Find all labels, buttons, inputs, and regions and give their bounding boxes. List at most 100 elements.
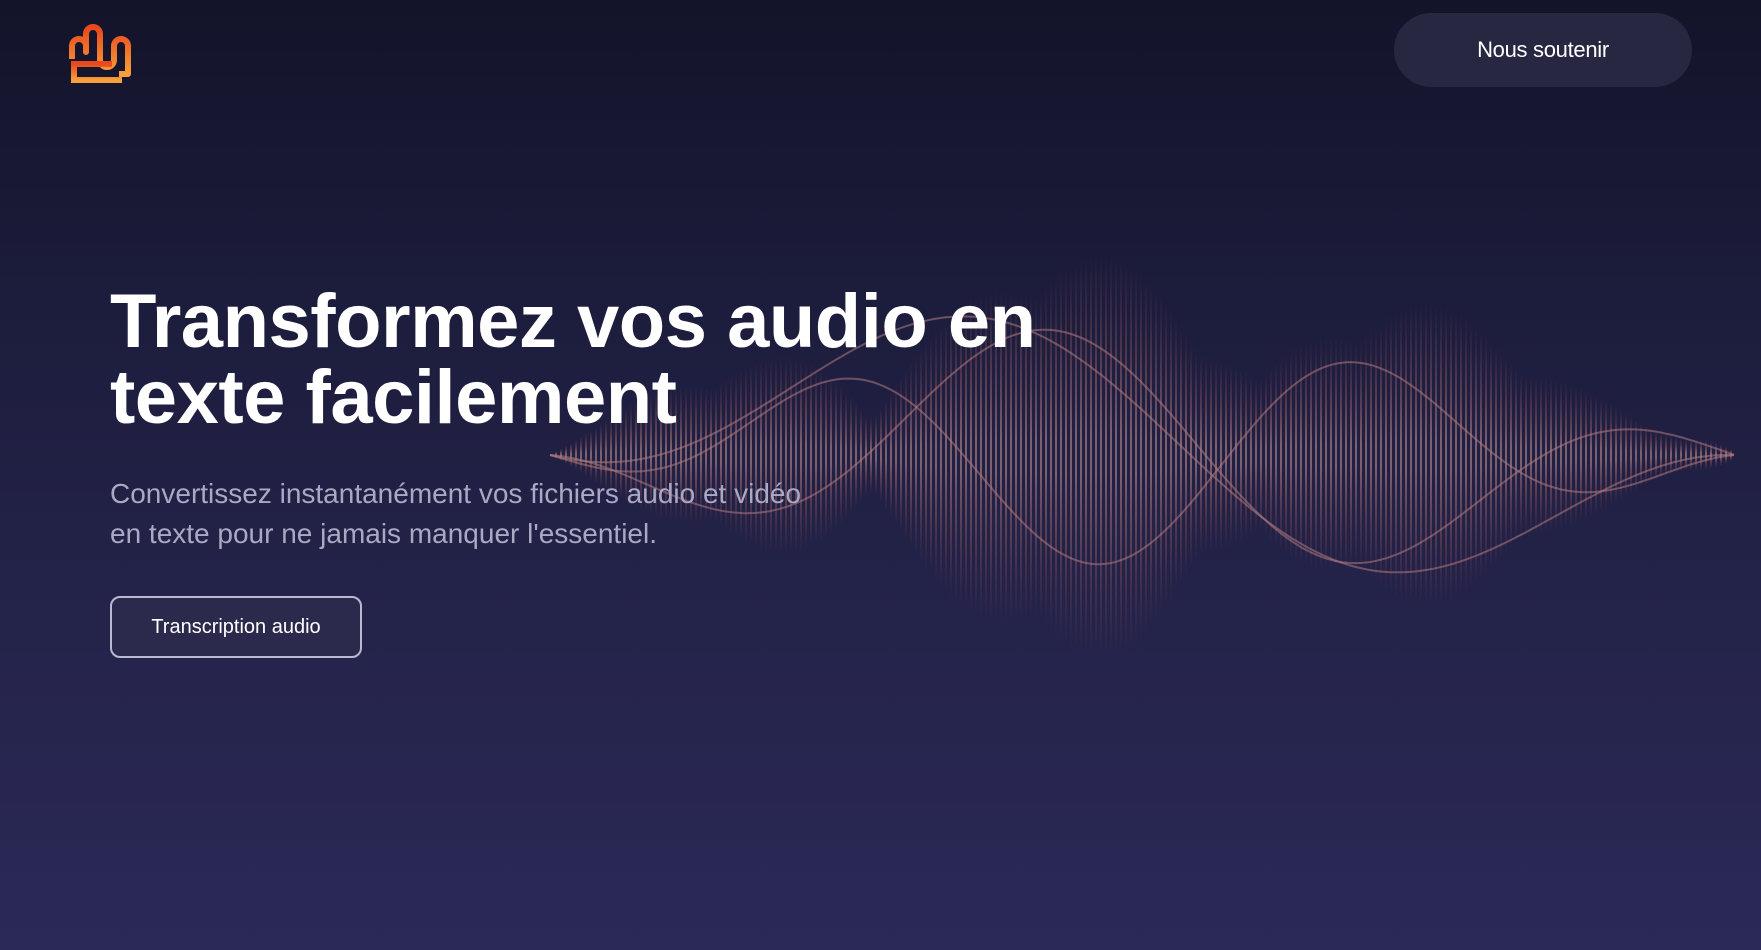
subtitle-line-2: en texte pour ne jamais manquer l'essent… <box>110 518 657 549</box>
wave-bar <box>1630 416 1632 494</box>
wave-bar <box>1515 367 1517 543</box>
wave-bar <box>1380 322 1382 588</box>
wave-bar <box>1110 255 1112 655</box>
wave-bar <box>1695 439 1697 471</box>
wave-bar <box>1475 326 1477 584</box>
wave-bar <box>1055 275 1057 635</box>
wave-bar <box>1340 338 1342 572</box>
support-button[interactable]: Nous soutenir <box>1394 13 1692 87</box>
wave-bar <box>1310 340 1312 570</box>
wave-bar <box>1525 374 1527 536</box>
wave-bar <box>1065 267 1067 643</box>
wave-bar <box>1650 428 1652 482</box>
wave-bar <box>1155 289 1157 621</box>
subtitle-line-1: Convertissez instantanément vos fichiers… <box>110 478 802 509</box>
wave-bar <box>1210 357 1212 553</box>
wave-bar <box>1385 318 1387 592</box>
wave-bar <box>1600 397 1602 513</box>
wave-bar <box>1605 400 1607 510</box>
wave-bar <box>1280 358 1282 552</box>
wave-bar <box>1565 382 1567 528</box>
wave-bar <box>1120 258 1122 652</box>
wave-bar <box>1185 333 1187 577</box>
wave-bar <box>1085 256 1087 654</box>
wave-bar <box>1265 372 1267 538</box>
wave-bar <box>1400 309 1402 601</box>
wave-bar <box>1530 374 1532 536</box>
wave-bar <box>1240 368 1242 542</box>
wave-bar <box>1165 302 1167 608</box>
wave-bar <box>1420 303 1422 607</box>
hero-title-line-2: texte facilement <box>110 355 677 440</box>
wave-bar <box>1670 435 1672 475</box>
wave-bar <box>1235 365 1237 545</box>
wave-bar <box>1450 309 1452 601</box>
wave-bar <box>1555 379 1557 531</box>
wave-bar <box>1355 341 1357 569</box>
wave-bar <box>1660 431 1662 479</box>
wave-bar <box>1060 271 1062 639</box>
wave-bar <box>1270 367 1272 543</box>
wave-bar <box>1610 403 1612 507</box>
wave-bar <box>1245 370 1247 540</box>
wave-bar <box>1645 425 1647 485</box>
wave-bar <box>1180 325 1182 585</box>
wave-bar <box>1250 373 1252 537</box>
wave-bar <box>1150 283 1152 627</box>
logo-icon <box>69 24 131 83</box>
wave-bar <box>1435 304 1437 606</box>
transcription-audio-button[interactable]: Transcription audio <box>110 596 362 658</box>
wave-bar <box>1590 392 1592 518</box>
wave-bar <box>1215 358 1217 552</box>
wave-bar <box>1490 340 1492 570</box>
wave-bar <box>1115 256 1117 654</box>
wave-bar <box>1350 340 1352 570</box>
wave-bar <box>1325 338 1327 572</box>
hero-section: Transformez vos audio en texte facilemen… <box>110 284 1036 658</box>
wave-bar <box>1145 278 1147 632</box>
hero-title-line-1: Transformez vos audio en <box>110 279 1036 364</box>
wave-bar <box>1390 315 1392 595</box>
wave-bar <box>1440 305 1442 605</box>
wave-bar <box>1040 290 1042 620</box>
wave-bar <box>1320 338 1322 572</box>
wave-bar <box>1130 264 1132 646</box>
wave-bar <box>1090 255 1092 655</box>
wave-bar <box>1330 337 1332 573</box>
wave-bar <box>1625 412 1627 498</box>
wave-bar <box>1345 339 1347 571</box>
wave-bar <box>1220 359 1222 551</box>
wave-bar <box>1275 362 1277 548</box>
wave-bar <box>1050 280 1052 630</box>
wave-bar <box>1105 254 1107 656</box>
wave-bar <box>1075 261 1077 649</box>
wave-bar <box>1370 331 1372 579</box>
wave-bar <box>1465 318 1467 592</box>
wave-bar <box>1200 354 1202 556</box>
wave-bar <box>1540 376 1542 534</box>
wave-bar <box>1460 314 1462 596</box>
wave-bar <box>1175 317 1177 593</box>
wave-bar <box>1535 375 1537 535</box>
wave-bar <box>1405 307 1407 603</box>
wave-bar <box>1335 338 1337 572</box>
wave-bar <box>1485 335 1487 575</box>
wave-bar <box>1195 350 1197 560</box>
wave-bar <box>1480 330 1482 580</box>
wave-bar <box>1410 305 1412 605</box>
wave-bar <box>1455 311 1457 599</box>
wave-bar <box>1505 356 1507 554</box>
wave-bar <box>1595 395 1597 515</box>
wave-bar <box>1640 422 1642 488</box>
wave-bar <box>1690 439 1692 471</box>
wave-bar <box>1170 310 1172 600</box>
hero-title: Transformez vos audio en texte facilemen… <box>110 284 1036 436</box>
wave-bar <box>1655 430 1657 480</box>
wave-bar <box>1100 253 1102 657</box>
wave-bar <box>1520 373 1522 537</box>
wave-bar <box>1300 344 1302 566</box>
wave-bar <box>1080 258 1082 652</box>
wave-bar <box>1470 322 1472 588</box>
wave-bar <box>1360 342 1362 568</box>
wave-bar <box>1295 347 1297 563</box>
